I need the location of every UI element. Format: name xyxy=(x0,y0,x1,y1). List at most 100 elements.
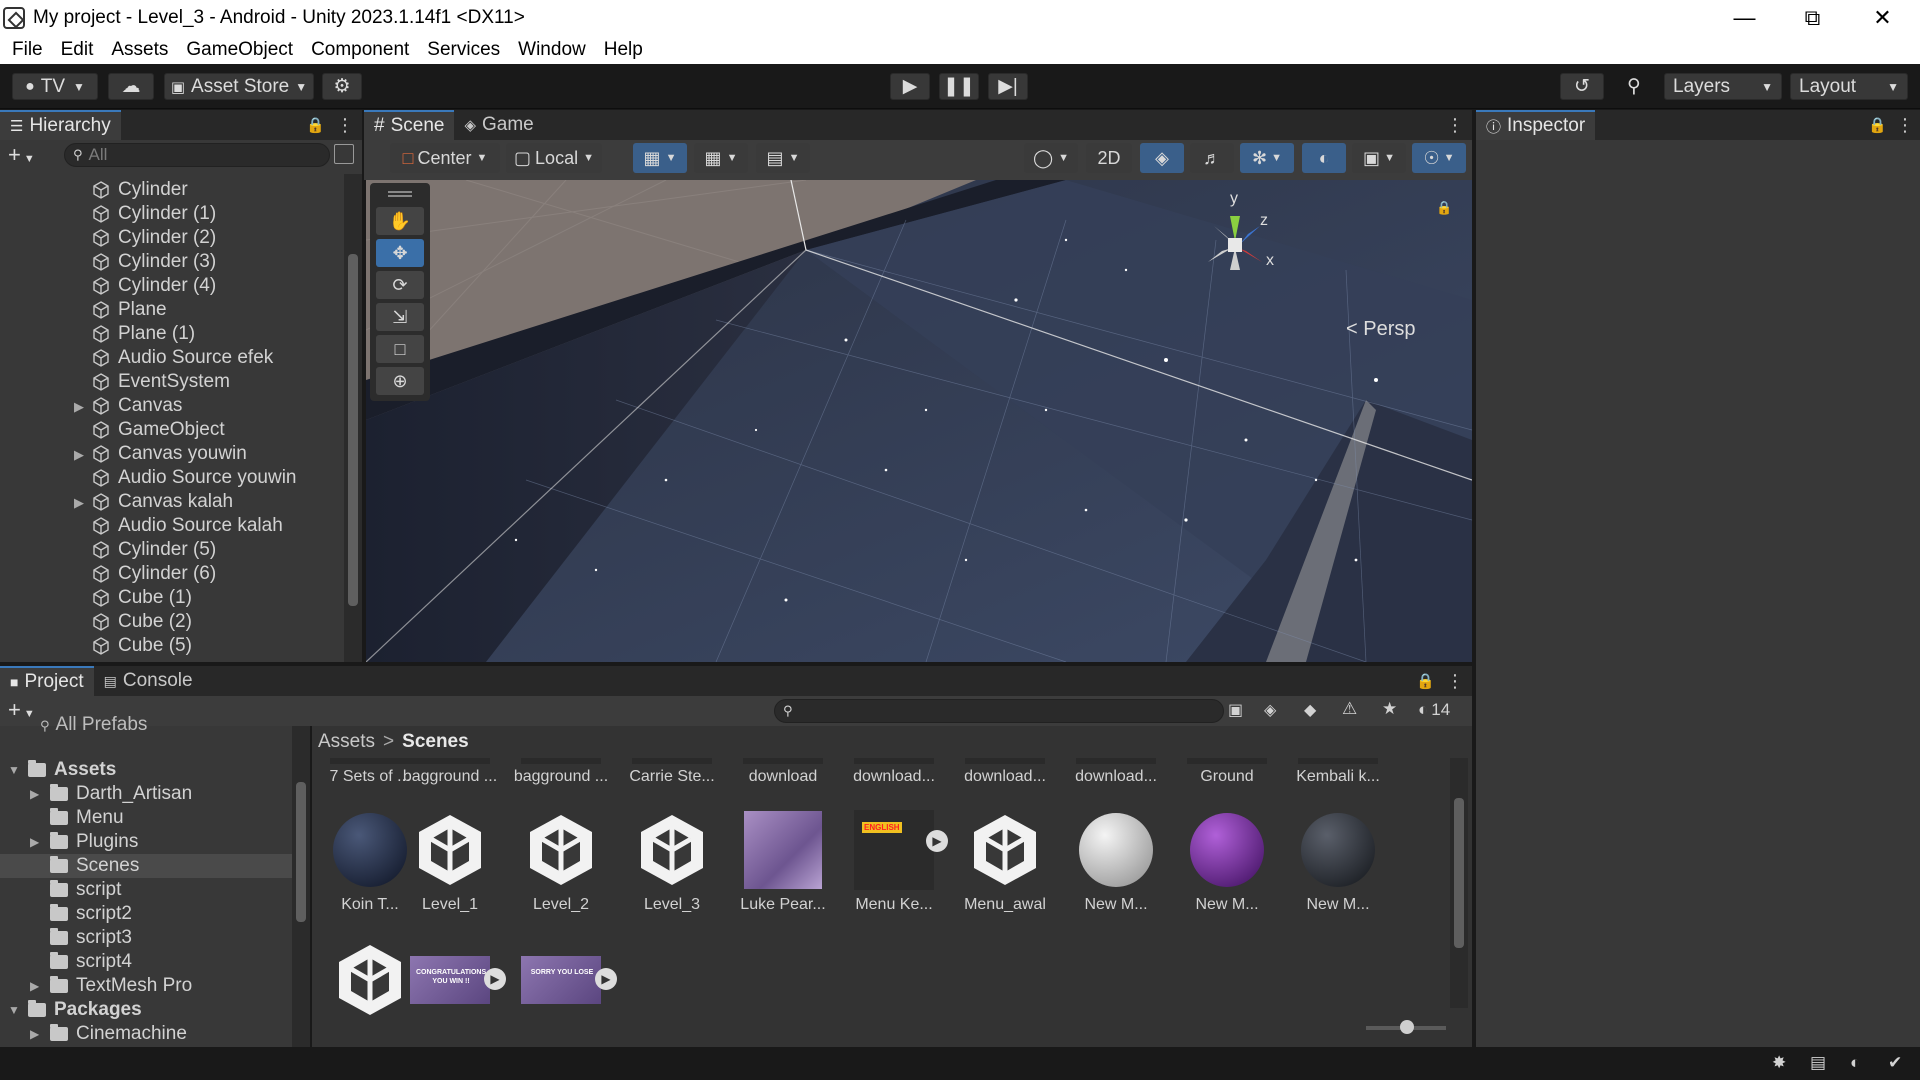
asset-item[interactable]: Carrie Ste... xyxy=(622,758,722,786)
lock-icon[interactable]: 🔒 xyxy=(1868,116,1887,134)
folder-tree-item[interactable]: ▶ Darth_Artisan xyxy=(0,782,292,806)
lighting-toggle[interactable]: ◈ xyxy=(1140,143,1184,173)
check-circle-icon[interactable]: ✔ xyxy=(1888,1053,1902,1073)
menu-component[interactable]: Component xyxy=(302,39,418,61)
asset-item[interactable]: Level_1 xyxy=(400,810,500,914)
slider-thumb[interactable] xyxy=(1400,1020,1414,1034)
hierarchy-item[interactable]: EventSystem xyxy=(0,370,230,394)
asset-item[interactable]: New M... xyxy=(1066,810,1166,914)
folder-tree-item[interactable]: ▶ TextMesh Pro xyxy=(0,974,292,998)
search-by-type-button[interactable] xyxy=(334,144,354,164)
hand-tool-button[interactable]: ✋ xyxy=(376,207,424,235)
icon-size-slider[interactable] xyxy=(1366,1020,1446,1034)
hierarchy-item[interactable]: ▶ Canvas xyxy=(0,394,182,418)
hierarchy-scroll-thumb[interactable] xyxy=(348,254,358,606)
hierarchy-item[interactable]: Cylinder (2) xyxy=(0,226,216,250)
hierarchy-item[interactable]: Cylinder (6) xyxy=(0,562,216,586)
asset-item[interactable]: Level_3 xyxy=(622,810,722,914)
more-options-icon[interactable]: ⋮ xyxy=(336,115,354,136)
bug-icon[interactable]: ✸ xyxy=(1772,1053,1786,1073)
search-button[interactable]: ⚲ xyxy=(1614,73,1654,100)
align-button[interactable]: ▤ ▼ xyxy=(756,143,810,173)
search-input[interactable]: ⚲ All xyxy=(64,143,330,167)
folder-tree-scroll-thumb[interactable] xyxy=(296,782,306,922)
hidden-packages-toggle[interactable]: ◐ 14 xyxy=(1418,700,1450,720)
tab-game[interactable]: ◈ Game xyxy=(454,110,543,140)
close-icon[interactable]: ✕ xyxy=(1848,0,1917,35)
filter-type-icon[interactable]: ◈ xyxy=(1264,700,1276,720)
lock-icon[interactable]: 🔒 xyxy=(306,116,325,134)
gizmos-button[interactable]: ☉ ▼ xyxy=(1412,143,1466,173)
asset-item[interactable]: Kembali k... xyxy=(1288,758,1388,786)
pivot-center-dropdown[interactable]: □ Center ▼ xyxy=(390,143,500,173)
play-icon[interactable]: ▶ xyxy=(484,968,506,990)
hierarchy-item[interactable]: Plane xyxy=(0,298,167,322)
tab-project[interactable]: ■ Project xyxy=(0,666,94,696)
shading-mode-button[interactable]: ◯ ▼ xyxy=(1024,143,1078,173)
add-button[interactable]: + ▼ xyxy=(8,142,35,168)
history-button[interactable]: ↺ xyxy=(1560,73,1604,100)
pause-button[interactable]: ❚❚ xyxy=(939,73,979,100)
hierarchy-item[interactable]: Cube (5) xyxy=(0,634,192,658)
hierarchy-item[interactable]: Audio Source kalah xyxy=(0,514,283,538)
cloud-button[interactable]: ☁ xyxy=(108,73,154,100)
folder-tree-scrollbar[interactable] xyxy=(292,726,310,1047)
expand-arrow-icon[interactable]: ▶ xyxy=(74,495,84,511)
hierarchy-item[interactable]: ▶ Canvas youwin xyxy=(0,442,247,466)
tab-hierarchy[interactable]: ☰ Hierarchy xyxy=(0,110,121,140)
effects-toggle[interactable]: ✻ ▼ xyxy=(1240,143,1294,173)
tab-console[interactable]: ▤ Console xyxy=(94,666,203,696)
breadcrumb-assets[interactable]: Assets xyxy=(318,731,375,753)
projection-toggle[interactable]: < Persp xyxy=(1346,318,1416,341)
collab-button[interactable]: ⚙ xyxy=(322,73,362,100)
asset-item[interactable]: Level_2 xyxy=(511,810,611,914)
folder-tree-item[interactable]: ▶ Cinemachine xyxy=(0,1022,292,1046)
lock-icon[interactable]: 🔒 xyxy=(1416,672,1435,690)
warning-icon[interactable]: ⚠ xyxy=(1342,699,1357,719)
menu-help[interactable]: Help xyxy=(595,39,652,61)
expand-arrow-icon[interactable]: ▶ xyxy=(30,1027,39,1041)
hierarchy-item[interactable]: ▶ Canvas kalah xyxy=(0,490,233,514)
expand-arrow-icon[interactable]: ▶ xyxy=(74,399,84,415)
transform-tool-button[interactable]: ⊕ xyxy=(376,367,424,395)
layout-dropdown[interactable]: Layout ▼ xyxy=(1790,73,1908,100)
project-search-input[interactable]: ⚲ xyxy=(774,699,1224,723)
asset-item[interactable]: download xyxy=(733,758,833,786)
search-by-type-icon[interactable]: ▣ xyxy=(1228,700,1243,720)
more-options-icon[interactable]: ⋮ xyxy=(1446,671,1464,692)
step-button[interactable]: ▶| xyxy=(988,73,1028,100)
play-icon[interactable]: ▶ xyxy=(595,968,617,990)
hierarchy-item[interactable]: Audio Source efek xyxy=(0,346,273,370)
hierarchy-item[interactable]: Cylinder (5) xyxy=(0,538,216,562)
hierarchy-item[interactable]: Audio Source youwin xyxy=(0,466,297,490)
scene-visibility-toggle[interactable]: ◐ xyxy=(1302,143,1346,173)
folder-tree-item[interactable]: script4 xyxy=(0,950,292,974)
increment-snap-button[interactable]: ▦ ▼ xyxy=(694,143,748,173)
toggle-2d-button[interactable]: 2D xyxy=(1086,143,1132,173)
folder-tree-item[interactable]: ▼ Packages xyxy=(0,998,292,1022)
orientation-gizmo[interactable]: y z x xyxy=(1186,190,1282,286)
asset-item[interactable]: bagground ... xyxy=(511,758,611,786)
asset-item[interactable]: Menu_awal xyxy=(955,810,1055,914)
hierarchy-item[interactable]: Cylinder (4) xyxy=(0,274,216,298)
cache-server-icon[interactable]: ▤ xyxy=(1810,1053,1826,1073)
hierarchy-item[interactable]: Cube (2) xyxy=(0,610,192,634)
audio-toggle[interactable]: ♬ xyxy=(1190,143,1234,173)
folder-tree-item[interactable]: script xyxy=(0,878,292,902)
network-icon[interactable]: ◐ xyxy=(1850,1053,1860,1073)
hierarchy-item[interactable]: Plane (1) xyxy=(0,322,195,346)
asset-item[interactable]: New M... xyxy=(1177,810,1277,914)
menu-edit[interactable]: Edit xyxy=(52,39,103,61)
rotate-tool-button[interactable]: ⟳ xyxy=(376,271,424,299)
asset-item[interactable]: bagground ... xyxy=(400,758,500,786)
play-button[interactable]: ▶ xyxy=(890,73,930,100)
folder-tree-item[interactable]: Scenes xyxy=(0,854,292,878)
camera-settings-button[interactable]: ▣ ▼ xyxy=(1352,143,1406,173)
account-dropdown[interactable]: ● TV ▼ xyxy=(12,73,98,100)
expand-arrow-icon[interactable]: ▶ xyxy=(30,787,39,801)
asset-item[interactable]: download... xyxy=(955,758,1055,786)
move-tool-button[interactable]: ✥ xyxy=(376,239,424,267)
asset-item[interactable]: CONGRATULATIONS YOU WIN !! ▶ xyxy=(400,940,506,1026)
overlay-handle[interactable] xyxy=(388,191,412,197)
folder-tree-item[interactable]: ▶ Plugins xyxy=(0,830,292,854)
